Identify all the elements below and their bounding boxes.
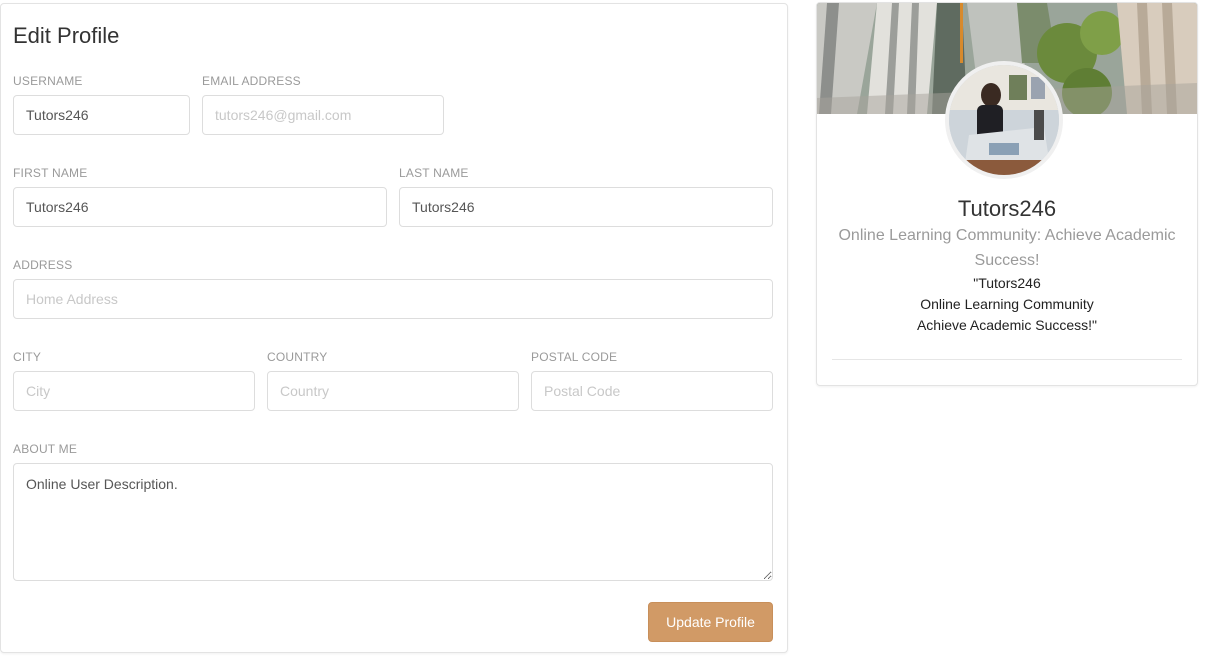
avatar-photo <box>949 65 1059 175</box>
profile-card: Tutors246 Online Learning Community: Ach… <box>816 2 1198 386</box>
username-input[interactable] <box>13 95 190 135</box>
page-title: Edit Profile <box>13 23 120 48</box>
last-name-input[interactable] <box>399 187 773 227</box>
city-input[interactable] <box>13 371 255 411</box>
about-me-label: ABOUT ME <box>13 442 78 456</box>
first-name-input[interactable] <box>13 187 387 227</box>
address-input[interactable] <box>13 279 773 319</box>
description-line: Online Learning Community <box>920 296 1094 312</box>
edit-profile-card: Edit Profile USERNAME EMAIL ADDRESS FIRS… <box>0 3 788 653</box>
postal-code-input[interactable] <box>531 371 773 411</box>
profile-description: "Tutors246 Online Learning Community Ach… <box>817 273 1197 336</box>
email-label: EMAIL ADDRESS <box>202 74 301 88</box>
postal-code-label: POSTAL CODE <box>531 350 618 364</box>
address-label: ADDRESS <box>13 258 73 272</box>
last-name-label: LAST NAME <box>399 166 469 180</box>
about-me-textarea[interactable]: Online User Description. <box>13 463 773 581</box>
first-name-label: FIRST NAME <box>13 166 88 180</box>
city-label: CITY <box>13 350 42 364</box>
country-label: COUNTRY <box>267 350 328 364</box>
description-line: Achieve Academic Success!" <box>916 317 1098 333</box>
description-line: "Tutors246 <box>973 275 1041 291</box>
update-profile-button[interactable]: Update Profile <box>648 602 773 642</box>
username-label: USERNAME <box>13 74 83 88</box>
profile-name: Tutors246 <box>957 196 1057 221</box>
divider <box>832 359 1182 360</box>
profile-tagline: Online Learning Community: Achieve Acade… <box>838 227 1176 269</box>
country-input[interactable] <box>267 371 519 411</box>
profile-avatar <box>945 61 1063 179</box>
email-input[interactable] <box>202 95 444 135</box>
